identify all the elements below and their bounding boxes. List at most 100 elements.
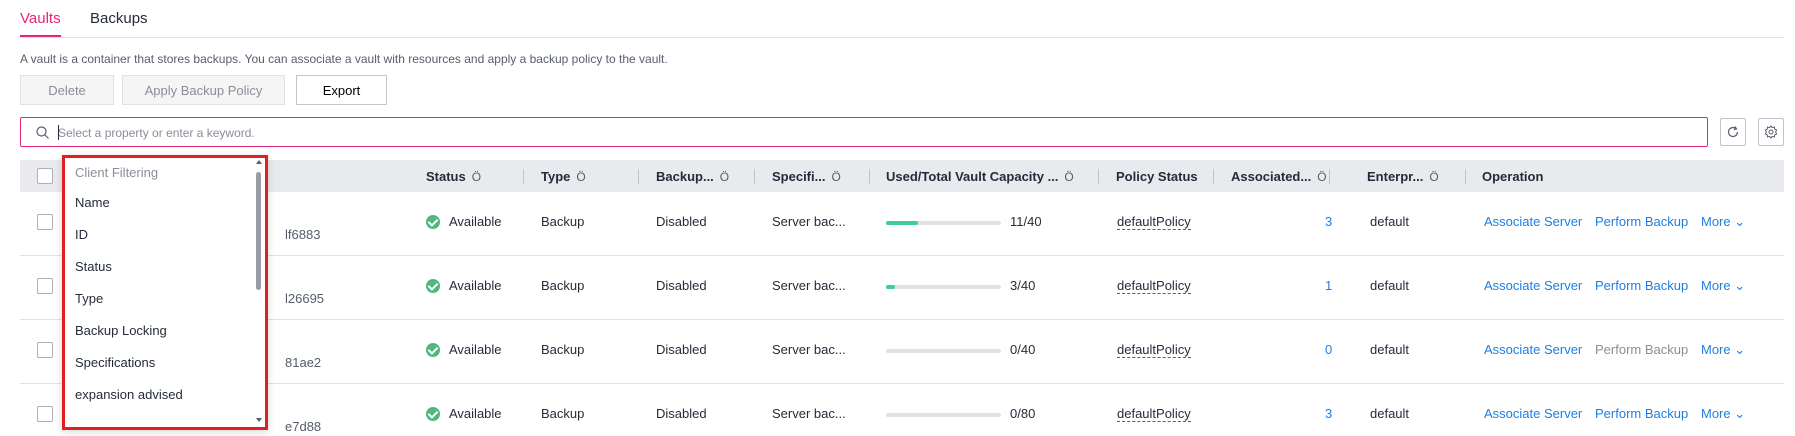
more-menu[interactable]: More ⌄ [1701, 406, 1745, 422]
delete-button[interactable]: Delete [20, 75, 114, 105]
perform-backup-link[interactable]: Perform Backup [1595, 406, 1688, 421]
chevron-down-icon: ⌄ [1734, 214, 1746, 229]
row-checkbox[interactable] [37, 342, 53, 358]
backup-locking-cell: Disabled [656, 214, 707, 229]
specifications-cell: Server bac... [772, 406, 846, 421]
associated-count-link[interactable]: 1 [1325, 278, 1332, 293]
table-header: Status Ö Type Ö Backup... Ö Specifi... Ö Use… [20, 160, 1784, 192]
vault-id: l26695 [285, 291, 325, 306]
vault-id: 81ae2 [285, 355, 322, 370]
type-cell: Backup [541, 278, 585, 293]
row-checkbox[interactable] [37, 406, 53, 422]
dropdown-item-specifications[interactable]: Specifications [65, 347, 265, 379]
column-divider [754, 169, 755, 184]
column-header-operation: Operation [1482, 169, 1544, 184]
column-header-associated[interactable]: Associated... Ö [1231, 169, 1327, 184]
more-menu[interactable]: More ⌄ [1701, 342, 1745, 358]
row-checkbox[interactable] [37, 214, 53, 230]
dropdown-item-backup-locking[interactable]: Backup Locking [65, 315, 265, 347]
backup-locking-cell: Disabled [656, 278, 707, 293]
capacity-bar-fill [886, 285, 895, 289]
dropdown-scrollbar[interactable] [256, 172, 261, 290]
column-header-specifications[interactable]: Specifi... Ö [772, 169, 841, 184]
policy-status-cell[interactable]: defaultPolicy [1117, 342, 1191, 358]
capacity-bar-fill [886, 221, 918, 225]
column-divider [1329, 169, 1330, 184]
sort-icon[interactable]: Ö [1064, 170, 1073, 184]
scroll-down-arrow-icon[interactable] [256, 418, 262, 422]
page-description: A vault is a container that stores backu… [20, 52, 668, 66]
backup-locking-cell: Disabled [656, 406, 707, 421]
capacity-value: 3/40 [1010, 278, 1036, 293]
check-circle-icon [426, 279, 440, 293]
column-divider [869, 169, 870, 184]
sort-icon[interactable]: Ö [472, 170, 481, 184]
apply-backup-policy-button[interactable]: Apply Backup Policy [122, 75, 285, 105]
text-caret [58, 125, 59, 140]
more-menu[interactable]: More ⌄ [1701, 278, 1745, 294]
check-circle-icon [426, 343, 440, 357]
vault-id: lf6883 [285, 227, 321, 242]
associated-count-link[interactable]: 0 [1325, 342, 1332, 357]
specifications-cell: Server bac... [772, 342, 846, 357]
column-header-backup-locking[interactable]: Backup... Ö [656, 169, 729, 184]
perform-backup-link[interactable]: Perform Backup [1595, 214, 1688, 229]
status-cell: Available [426, 214, 502, 229]
scroll-up-arrow-icon[interactable] [256, 160, 262, 164]
capacity-value: 0/40 [1010, 342, 1036, 357]
check-circle-icon [426, 407, 440, 421]
column-header-type[interactable]: Type Ö [541, 169, 586, 184]
enterprise-cell: default [1370, 406, 1410, 421]
policy-status-cell[interactable]: defaultPolicy [1117, 214, 1191, 230]
type-cell: Backup [541, 214, 585, 229]
refresh-button[interactable] [1720, 118, 1746, 146]
associate-server-link[interactable]: Associate Server [1484, 406, 1582, 421]
check-circle-icon [426, 215, 440, 229]
enterprise-cell: default [1370, 214, 1410, 229]
select-all-checkbox[interactable] [37, 168, 53, 184]
sort-icon[interactable]: Ö [1317, 170, 1326, 184]
associate-server-link[interactable]: Associate Server [1484, 278, 1582, 293]
chevron-down-icon: ⌄ [1734, 278, 1746, 293]
dropdown-item-status[interactable]: Status [65, 251, 265, 283]
column-header-status[interactable]: Status Ö [426, 169, 481, 184]
associate-server-link[interactable]: Associate Server [1484, 214, 1582, 229]
tab-backups[interactable]: Backups [90, 10, 148, 27]
column-divider [1465, 169, 1466, 184]
column-header-enterprise[interactable]: Enterpr... Ö [1367, 169, 1439, 184]
enterprise-cell: default [1370, 278, 1410, 293]
associated-count-link[interactable]: 3 [1325, 406, 1332, 421]
perform-backup-link[interactable]: Perform Backup [1595, 342, 1688, 357]
dropdown-item-id[interactable]: ID [65, 219, 265, 251]
capacity-bar [886, 221, 1001, 225]
sort-icon[interactable]: Ö [576, 170, 585, 184]
settings-button[interactable] [1758, 118, 1784, 146]
gear-icon [1764, 125, 1778, 139]
capacity-value: 11/40 [1010, 214, 1042, 229]
specifications-cell: Server bac... [772, 278, 846, 293]
more-menu[interactable]: More ⌄ [1701, 214, 1745, 230]
associated-count-link[interactable]: 3 [1325, 214, 1332, 229]
dropdown-item-name[interactable]: Name [65, 187, 265, 219]
perform-backup-link[interactable]: Perform Backup [1595, 278, 1688, 293]
policy-status-cell[interactable]: defaultPolicy [1117, 406, 1191, 422]
associate-server-link[interactable]: Associate Server [1484, 342, 1582, 357]
tab-vaults[interactable]: Vaults [20, 10, 61, 27]
sort-icon[interactable]: Ö [720, 170, 729, 184]
chevron-down-icon: ⌄ [1734, 342, 1746, 357]
policy-status-cell[interactable]: defaultPolicy [1117, 278, 1191, 294]
search-input[interactable] [58, 123, 1558, 142]
status-cell: Available [426, 278, 502, 293]
dropdown-item-type[interactable]: Type [65, 283, 265, 315]
tab-bar: Vaults Backups [20, 0, 1784, 38]
export-button[interactable]: Export [296, 75, 387, 105]
search-box[interactable] [20, 117, 1708, 147]
row-checkbox[interactable] [37, 278, 53, 294]
type-cell: Backup [541, 406, 585, 421]
sort-icon[interactable]: Ö [1429, 170, 1438, 184]
capacity-value: 0/80 [1010, 406, 1036, 421]
dropdown-item-expansion-advised[interactable]: expansion advised [65, 379, 265, 411]
sort-icon[interactable]: Ö [831, 170, 840, 184]
property-dropdown: Client Filtering Name ID Status Type Bac… [62, 155, 268, 430]
column-header-capacity[interactable]: Used/Total Vault Capacity ... Ö [886, 169, 1074, 184]
